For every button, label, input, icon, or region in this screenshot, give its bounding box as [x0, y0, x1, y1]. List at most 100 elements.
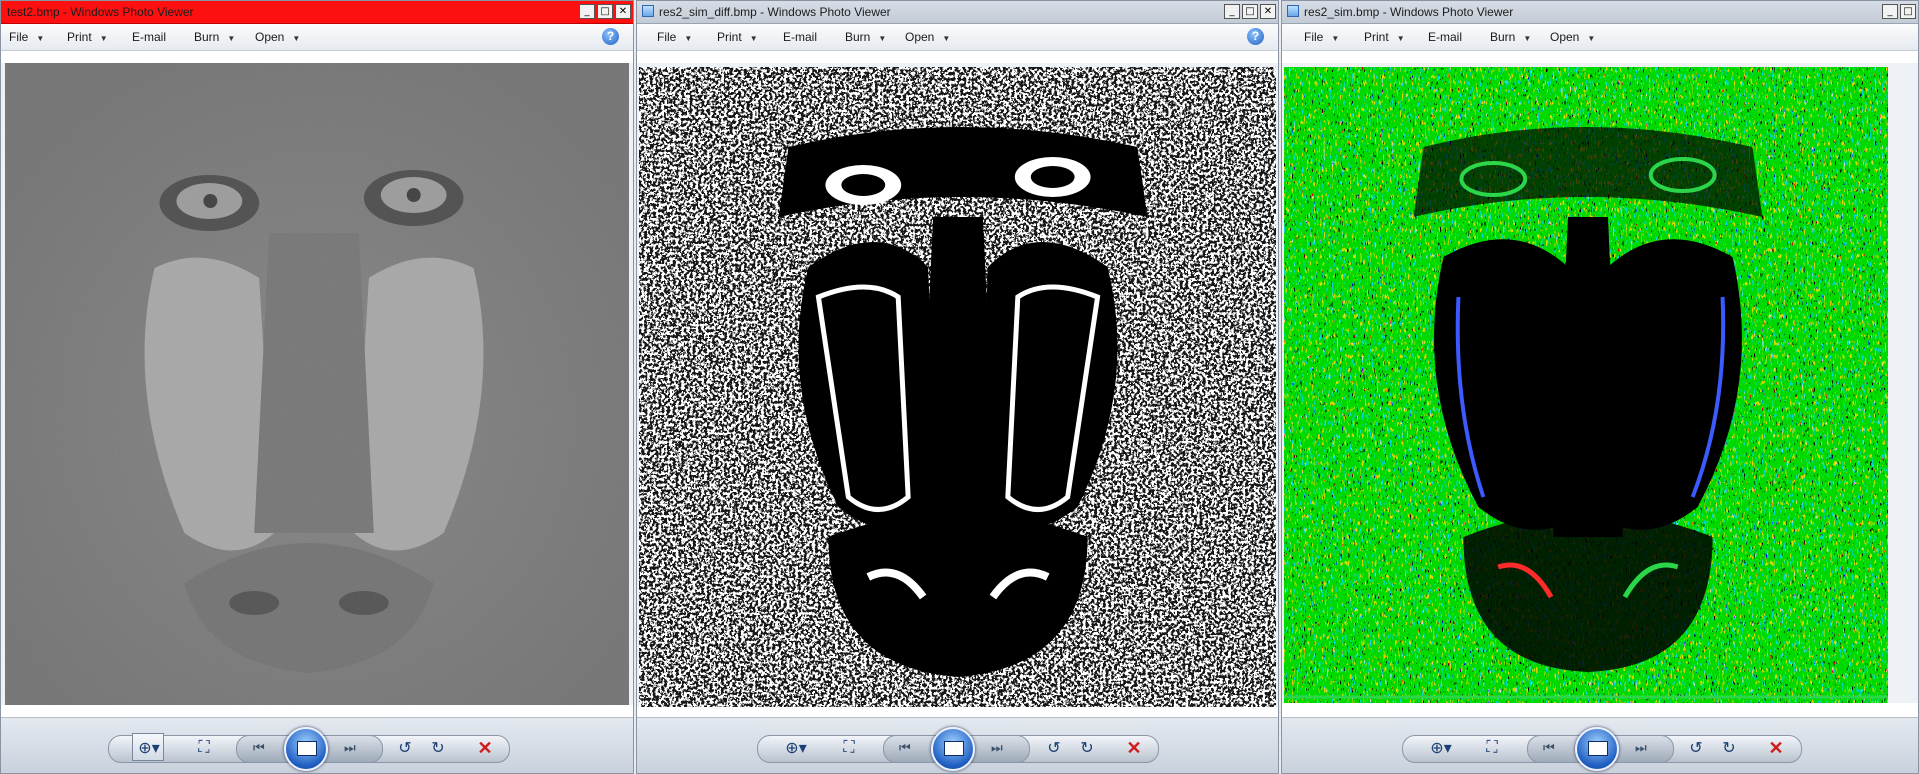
menu-bar: File ▼ Print ▼ E-mail Burn ▼ Open ▼ [1282, 24, 1918, 51]
menu-email[interactable]: E-mail [783, 30, 817, 44]
previous-icon[interactable]: ⏮ [253, 740, 265, 756]
menu-print[interactable]: Print ▼ [1364, 30, 1405, 44]
next-icon[interactable]: ⏭ [991, 740, 1003, 756]
rotate-clockwise-icon[interactable]: ↻ [1075, 736, 1099, 760]
menu-print-label: Print [67, 30, 92, 44]
menu-email-label: E-mail [783, 30, 818, 44]
slideshow-icon[interactable] [1575, 727, 1619, 771]
close-button[interactable]: ✕ [615, 4, 631, 19]
close-button[interactable]: ✕ [1260, 4, 1276, 19]
rotate-counterclockwise-icon[interactable]: ↺ [1042, 736, 1066, 760]
screen-glyph [297, 741, 317, 756]
photo-viewer-window-3: res2_sim.bmp - Windows Photo Viewer _ □ … [1281, 0, 1919, 774]
menu-email[interactable]: E-mail [132, 30, 166, 44]
menu-email-label: E-mail [132, 30, 167, 44]
window-title: res2_sim.bmp - Windows Photo Viewer [1304, 5, 1514, 19]
chevron-down-icon: ▼ [36, 34, 45, 43]
chevron-down-icon: ▼ [749, 34, 758, 43]
rotate-clockwise-icon[interactable]: ↻ [426, 736, 450, 760]
next-icon[interactable]: ⏭ [1635, 740, 1647, 756]
window-title: res2_sim_diff.bmp - Windows Photo Viewer [659, 5, 891, 19]
color-image [1284, 67, 1888, 703]
delete-icon[interactable]: ✕ [1122, 736, 1146, 760]
image-bottom-margin [637, 707, 1278, 717]
image-bottom-margin [1282, 703, 1918, 717]
help-icon[interactable]: ? [602, 28, 619, 45]
menu-print[interactable]: Print ▼ [67, 30, 108, 44]
fit-to-window-icon[interactable]: ⛶ [1480, 736, 1504, 760]
minimize-button[interactable]: _ [1224, 4, 1240, 19]
next-icon[interactable]: ⏭ [344, 740, 356, 756]
slideshow-icon[interactable] [931, 727, 975, 771]
chevron-down-icon: ▼ [1587, 34, 1596, 43]
maximize-button[interactable]: □ [1242, 4, 1258, 19]
rotate-counterclockwise-icon[interactable]: ↺ [393, 736, 417, 760]
maximize-button[interactable]: □ [1900, 4, 1916, 19]
menu-file[interactable]: File ▼ [657, 30, 692, 44]
photo-viewer-window-1: test2.bmp - Windows Photo Viewer _ □ ✕ F… [0, 0, 634, 774]
previous-icon[interactable]: ⏮ [899, 740, 911, 756]
menu-burn-label: Burn [845, 30, 871, 44]
binary-image [639, 67, 1276, 707]
photo-viewer-app-icon [642, 5, 654, 17]
help-icon[interactable]: ? [1247, 28, 1264, 45]
chevron-down-icon: ▼ [227, 34, 236, 43]
window-title: test2.bmp - Windows Photo Viewer [7, 5, 194, 19]
chevron-down-icon: ▼ [1331, 34, 1340, 43]
menu-burn-label: Burn [1490, 30, 1516, 44]
magnifier-icon[interactable]: ⊕▾ [1427, 736, 1455, 760]
minimize-button[interactable]: _ [579, 4, 595, 19]
title-bar[interactable]: res2_sim_diff.bmp - Windows Photo Viewer… [637, 1, 1278, 24]
menu-open-label: Open [1550, 30, 1580, 44]
photo-display [5, 63, 629, 705]
rotate-counterclockwise-icon[interactable]: ↺ [1684, 736, 1708, 760]
screen-glyph [944, 741, 964, 756]
chevron-down-icon: ▼ [684, 34, 693, 43]
magnifier-icon[interactable]: ⊕▾ [135, 736, 163, 760]
title-bar[interactable]: test2.bmp - Windows Photo Viewer _ □ ✕ [1, 1, 633, 24]
delete-icon[interactable]: ✕ [473, 736, 497, 760]
slideshow-icon[interactable] [284, 727, 328, 771]
chevron-down-icon: ▼ [99, 34, 108, 43]
menu-burn-label: Burn [194, 30, 220, 44]
menu-burn[interactable]: Burn ▼ [194, 30, 235, 44]
rotate-clockwise-icon[interactable]: ↻ [1717, 736, 1741, 760]
menu-open[interactable]: Open ▼ [255, 30, 300, 44]
menu-file[interactable]: File ▼ [9, 30, 44, 44]
fit-to-window-icon[interactable]: ⛶ [837, 736, 861, 760]
delete-icon[interactable]: ✕ [1764, 736, 1788, 760]
maximize-button[interactable]: □ [597, 4, 613, 19]
menu-burn[interactable]: Burn ▼ [845, 30, 886, 44]
bottom-toolbar: ⊕▾ ⛶ ⏮ ⏭ ↺ ↻ ✕ [1, 717, 633, 773]
menu-open[interactable]: Open ▼ [1550, 30, 1595, 44]
image-top-margin [1282, 51, 1918, 63]
photo-viewer-window-2: res2_sim_diff.bmp - Windows Photo Viewer… [636, 0, 1279, 774]
menu-file-label: File [1304, 30, 1324, 44]
previous-icon[interactable]: ⏮ [1543, 740, 1555, 756]
title-bar[interactable]: res2_sim.bmp - Windows Photo Viewer _ □ [1282, 1, 1918, 24]
menu-file[interactable]: File ▼ [1304, 30, 1339, 44]
menu-print-label: Print [1364, 30, 1389, 44]
menu-print-label: Print [717, 30, 742, 44]
grayscale-image [5, 63, 629, 705]
screen-glyph [1588, 741, 1608, 756]
chevron-down-icon: ▼ [1396, 34, 1405, 43]
photo-display [639, 67, 1276, 707]
magnifier-icon[interactable]: ⊕▾ [782, 736, 810, 760]
menu-open[interactable]: Open ▼ [905, 30, 950, 44]
menu-file-label: File [9, 30, 29, 44]
fit-to-window-icon[interactable]: ⛶ [192, 736, 216, 760]
chevron-down-icon: ▼ [1523, 34, 1532, 43]
bottom-toolbar: ⊕▾ ⛶ ⏮ ⏭ ↺ ↻ ✕ [1282, 717, 1918, 773]
menu-email[interactable]: E-mail [1428, 30, 1462, 44]
photo-viewer-app-icon [1287, 5, 1299, 17]
menu-print[interactable]: Print ▼ [717, 30, 758, 44]
menu-bar: File ▼ Print ▼ E-mail Burn ▼ Open ▼ ? [637, 24, 1278, 51]
menu-open-label: Open [905, 30, 935, 44]
image-top-margin [637, 51, 1278, 63]
menu-bar: File ▼ Print ▼ E-mail Burn ▼ Open ▼ ? [1, 24, 633, 51]
chevron-down-icon: ▼ [942, 34, 951, 43]
menu-email-label: E-mail [1428, 30, 1463, 44]
minimize-button[interactable]: _ [1882, 4, 1898, 19]
menu-burn[interactable]: Burn ▼ [1490, 30, 1531, 44]
